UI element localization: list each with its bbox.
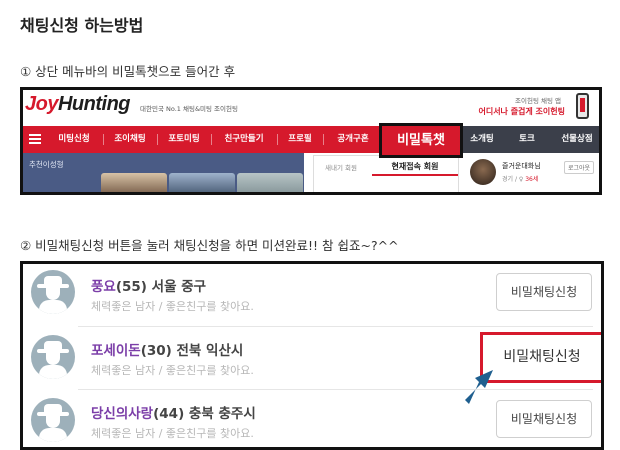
member-message: 체력좋은 남자 / 좋은친구를 찾아요. <box>91 300 254 313</box>
nav-item-talk[interactable]: 토크 <box>505 126 549 153</box>
avatar-face <box>46 288 60 300</box>
nav-item-blind-date[interactable]: 소개팅 <box>459 126 505 153</box>
logo-first: Joy <box>25 93 58 115</box>
list-item: 당신의사랑(44) 충북 충주시 체력좋은 남자 / 좋은친구를 찾아요. 비밀… <box>23 390 601 447</box>
profile-meta-age: 36세 <box>525 176 539 183</box>
list-item: 풍요(55) 서울 중구 체력좋은 남자 / 좋은친구를 찾아요. 비밀채팅신청 <box>23 264 601 326</box>
secret-chat-request-button[interactable]: 비밀채팅신청 <box>496 400 592 438</box>
menu-hamburger-icon[interactable] <box>29 134 41 144</box>
member-message: 체력좋은 남자 / 좋은친구를 찾아요. <box>91 427 254 440</box>
app-ad-caption: 조이헌팅 채팅 앱 <box>515 97 561 105</box>
step-2-text: ② 비밀채팅신청 버튼을 눌러 채팅신청을 하면 미션완료!! 참 쉽죠~?^^ <box>20 238 399 253</box>
screenshot-menu-bar: JoyHunting 대한민국 No.1 채팅&미팅 조이헌팅 조이헌팅 채팅 … <box>20 87 602 195</box>
nav-item-secret-talk-highlighted[interactable]: 비밀톡챗 <box>379 123 463 158</box>
nav-item-photo-meeting[interactable]: 포토미팅 <box>157 126 211 153</box>
profile-name: 즐거운대화님 <box>502 162 541 170</box>
recommend-label: 추천이성형 <box>29 160 64 169</box>
nav-item-public-proposal[interactable]: 공개구혼 <box>323 126 383 153</box>
member-details: (44) 충북 충주시 <box>153 406 256 422</box>
nav-item-gift-shop[interactable]: 선물상점 <box>549 126 599 153</box>
recommend-photo[interactable] <box>237 173 303 192</box>
nav-item-profile[interactable]: 프로필 <box>277 126 323 153</box>
secret-chat-request-button[interactable]: 비밀채팅신청 <box>496 273 592 311</box>
avatar-coat <box>39 428 67 442</box>
tab-online-members[interactable]: 현재접속 회원 <box>372 161 458 172</box>
member-details: (30) 전북 익산시 <box>140 343 244 359</box>
member-nickname: 당신의사랑 <box>91 406 154 422</box>
tab-active-indicator <box>372 174 458 176</box>
avatar-face <box>46 416 60 428</box>
avatar-face <box>46 353 60 365</box>
member-nickname: 포세이돈 <box>91 343 141 359</box>
page-title: 채팅신청 하는방법 <box>20 16 144 35</box>
phone-icon[interactable] <box>576 93 589 119</box>
site-header: JoyHunting 대한민국 No.1 채팅&미팅 조이헌팅 조이헌팅 채팅 … <box>23 90 599 126</box>
member-tabs: 새내기 회원 현재접속 회원 <box>313 155 459 192</box>
member-message: 체력좋은 남자 / 좋은친구를 찾아요. <box>91 364 254 377</box>
recommend-photo[interactable] <box>101 173 167 192</box>
site-tagline: 대한민국 No.1 채팅&미팅 조이헌팅 <box>140 105 238 113</box>
member-name-line[interactable]: 포세이돈(30) 전북 익산시 <box>91 339 243 359</box>
member-nickname: 풍요 <box>91 279 116 295</box>
site-content-preview: 추천이성형 새내기 회원 현재접속 회원 즐거운대화님 경기 / ♀ 36세 로… <box>23 153 599 192</box>
avatar[interactable] <box>31 398 75 442</box>
recommend-panel: 추천이성형 <box>23 153 304 192</box>
avatar[interactable] <box>470 159 496 185</box>
logo-second: Hunting <box>57 93 131 115</box>
screenshot-member-list: 풍요(55) 서울 중구 체력좋은 남자 / 좋은친구를 찾아요. 비밀채팅신청… <box>20 261 604 450</box>
site-logo[interactable]: JoyHunting <box>25 93 131 116</box>
nav-item-make-friends[interactable]: 친구만들기 <box>211 126 277 153</box>
member-details: (55) 서울 중구 <box>115 279 207 295</box>
profile-meta-prefix: 경기 / ♀ <box>502 176 524 183</box>
avatar[interactable] <box>31 335 75 379</box>
tab-new-members[interactable]: 새내기 회원 <box>314 162 368 172</box>
nav-item-joy-chat[interactable]: 조이채팅 <box>103 126 157 153</box>
profile-meta: 경기 / ♀ 36세 <box>502 174 538 183</box>
app-ad-slogan[interactable]: 어디서나 즐겁게 조이헌팅 <box>478 106 565 117</box>
main-nav-bar: 미팅신청 조이채팅 포토미팅 친구만들기 프로필 공개구혼 소개팅 토크 선물상… <box>23 126 599 153</box>
avatar[interactable] <box>31 270 75 314</box>
logout-button[interactable]: 로그아웃 <box>564 161 595 174</box>
nav-dark-section: 소개팅 토크 선물상점 <box>459 126 599 153</box>
recommend-photo[interactable] <box>169 173 235 192</box>
member-name-line[interactable]: 풍요(55) 서울 중구 <box>91 275 206 295</box>
step-1-text: ① 상단 메뉴바의 비밀톡챗으로 들어간 후 <box>20 64 236 79</box>
member-name-line[interactable]: 당신의사랑(44) 충북 충주시 <box>91 402 256 422</box>
avatar-coat <box>39 365 67 379</box>
my-profile-box: 즐거운대화님 경기 / ♀ 36세 로그아웃 <box>470 155 599 192</box>
nav-item-meeting-request[interactable]: 미팅신청 <box>45 126 103 153</box>
pointer-arrow-icon <box>465 370 493 404</box>
avatar-coat <box>39 300 67 314</box>
